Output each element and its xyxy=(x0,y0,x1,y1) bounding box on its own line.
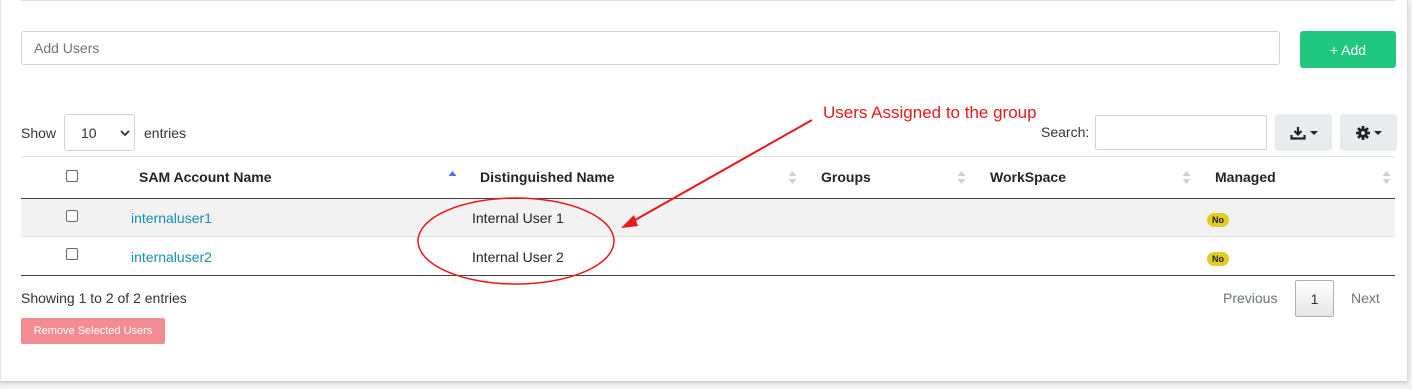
entries-label: entries xyxy=(144,125,187,141)
table-header: SAM Account Name Distinguished Name Grou… xyxy=(21,157,1395,198)
caret-down-icon xyxy=(1373,130,1382,135)
add-users-input[interactable] xyxy=(21,31,1280,65)
export-button[interactable] xyxy=(1275,114,1332,151)
annotation-label: Users Assigned to the group xyxy=(823,103,1037,122)
sam-account-link[interactable]: internaluser1 xyxy=(131,210,212,226)
column-settings-button[interactable] xyxy=(1340,114,1397,151)
column-header-sam-account-name[interactable]: SAM Account Name xyxy=(139,169,272,185)
distinguished-name-cell: Internal User 1 xyxy=(472,210,564,226)
add-button[interactable]: + Add xyxy=(1300,31,1396,68)
sort-icon[interactable] xyxy=(788,170,797,185)
chevron-down-icon xyxy=(120,130,130,137)
select-all-checkbox[interactable] xyxy=(66,170,78,182)
sort-icon[interactable] xyxy=(1382,170,1391,185)
column-header-groups[interactable]: Groups xyxy=(821,169,871,185)
row-checkbox[interactable] xyxy=(66,248,78,260)
managed-status-badge: No xyxy=(1207,213,1229,227)
table-row[interactable]: internaluser1 Internal User 1 No xyxy=(21,199,1395,237)
column-header-distinguished-name[interactable]: Distinguished Name xyxy=(480,169,615,185)
page-number: 1 xyxy=(1310,290,1319,307)
entries-per-page-select[interactable]: 10 xyxy=(64,114,135,151)
column-header-managed[interactable]: Managed xyxy=(1215,169,1276,185)
users-panel: + Add Show 10 entries Users Assigned to … xyxy=(0,0,1408,381)
search-input[interactable] xyxy=(1095,115,1267,150)
pagination-page-1[interactable]: 1 xyxy=(1295,280,1334,317)
pagination-previous[interactable]: Previous xyxy=(1223,290,1277,306)
table-row[interactable]: internaluser2 Internal User 2 No xyxy=(21,238,1395,276)
entries-select-value: 10 xyxy=(81,124,97,141)
sort-icon[interactable] xyxy=(957,170,966,185)
divider xyxy=(21,0,1395,1)
remove-selected-users-button[interactable]: Remove Selected Users xyxy=(21,318,165,344)
column-header-workspace[interactable]: WorkSpace xyxy=(990,169,1066,185)
pagination-next[interactable]: Next xyxy=(1351,290,1380,306)
distinguished-name-cell: Internal User 2 xyxy=(472,249,564,265)
sort-icon[interactable] xyxy=(1182,170,1191,185)
download-icon xyxy=(1289,126,1306,140)
managed-status-badge: No xyxy=(1207,252,1229,266)
show-label: Show xyxy=(21,125,57,141)
sort-ascending-icon[interactable] xyxy=(448,170,457,185)
sam-account-link[interactable]: internaluser2 xyxy=(131,249,212,265)
caret-down-icon xyxy=(1309,130,1318,135)
table-info: Showing 1 to 2 of 2 entries xyxy=(21,290,187,306)
gear-icon xyxy=(1355,125,1370,140)
row-checkbox[interactable] xyxy=(66,210,78,222)
search-label: Search: xyxy=(1041,124,1090,140)
